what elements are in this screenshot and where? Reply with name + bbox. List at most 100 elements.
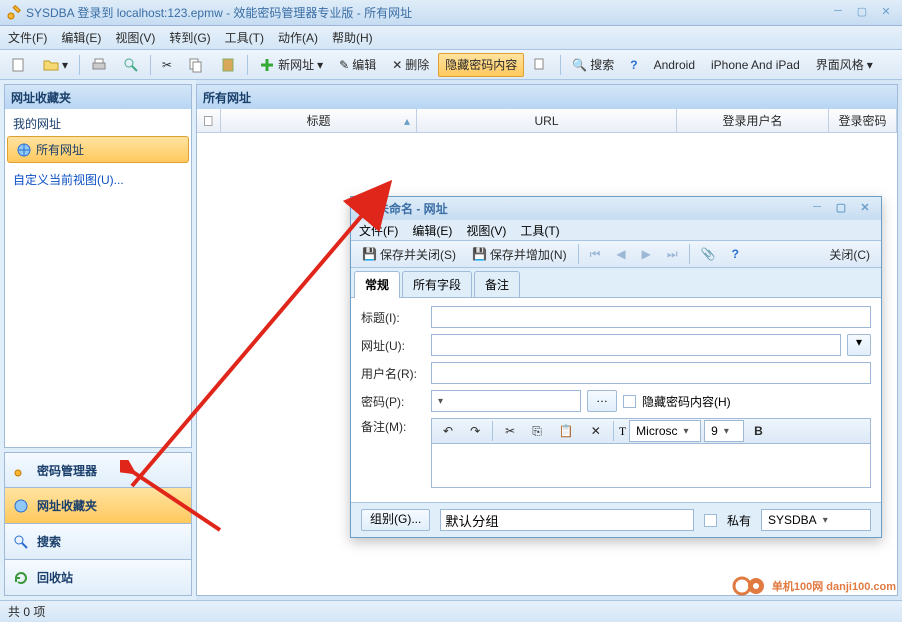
menubar: 文件(F) 编辑(E) 视图(V) 转到(G) 工具(T) 动作(A) 帮助(H… bbox=[0, 26, 902, 50]
rte-bold[interactable]: B bbox=[747, 419, 770, 443]
owner-select[interactable]: SYSDBA bbox=[761, 509, 871, 531]
attach-button[interactable]: 📎 bbox=[694, 242, 723, 266]
tab-memo[interactable]: 备注 bbox=[474, 271, 520, 297]
dlg-menu-view[interactable]: 视图(V) bbox=[466, 222, 506, 239]
rte-size-select[interactable]: 9 bbox=[704, 420, 744, 442]
section-url-favorites[interactable]: 网址收藏夹 bbox=[4, 488, 192, 524]
rte-clear[interactable]: ✕ bbox=[584, 419, 608, 443]
rte-copy[interactable]: ⎘ bbox=[525, 419, 549, 443]
private-checkbox[interactable] bbox=[704, 514, 717, 527]
col-url[interactable]: URL bbox=[417, 109, 677, 132]
dialog-menubar: 文件(F) 编辑(E) 视图(V) 工具(T) bbox=[351, 220, 881, 241]
dlg-menu-tools[interactable]: 工具(T) bbox=[520, 222, 559, 239]
group-input[interactable] bbox=[440, 509, 694, 531]
rte-font-select[interactable]: Microsc bbox=[629, 420, 701, 442]
search-icon bbox=[13, 534, 29, 550]
menu-view[interactable]: 视图(V) bbox=[115, 29, 155, 46]
save-close-button[interactable]: 💾 保存并关闭(S) bbox=[355, 242, 463, 266]
dlg-menu-edit[interactable]: 编辑(E) bbox=[412, 222, 452, 239]
globe-icon bbox=[13, 498, 29, 514]
rte-cut[interactable]: ✂ bbox=[498, 419, 522, 443]
close-button[interactable]: ✕ bbox=[876, 5, 896, 21]
window-title: SYSDBA 登录到 localhost:123.epmw - 效能密码管理器专… bbox=[26, 4, 828, 21]
input-user[interactable] bbox=[431, 362, 871, 384]
label-memo: 备注(M): bbox=[361, 418, 425, 435]
main-title: 所有网址 bbox=[197, 85, 897, 109]
dialog-close[interactable]: ✕ bbox=[855, 201, 875, 217]
hide-pwd-checkbox[interactable] bbox=[623, 395, 636, 408]
menu-goto[interactable]: 转到(G) bbox=[169, 29, 210, 46]
label-url: 网址(U): bbox=[361, 337, 425, 354]
input-password[interactable] bbox=[431, 390, 581, 412]
copy-url-button[interactable] bbox=[526, 53, 556, 77]
delete-button[interactable]: ✕ 删除 bbox=[385, 53, 436, 77]
watermark: 单机100网 danji100.com bbox=[732, 576, 896, 596]
main-toolbar: ▾ ✂ 新网址 ▾ ✎ 编辑 ✕ 删除 隐藏密码内容 🔍 搜索 ? Androi… bbox=[0, 50, 902, 80]
col-icon[interactable] bbox=[197, 109, 221, 132]
url-more-button[interactable]: ▾ bbox=[847, 334, 871, 356]
maximize-button[interactable]: ▢ bbox=[852, 5, 872, 21]
dialog-maximize[interactable]: ▢ bbox=[831, 201, 851, 217]
new-doc-button[interactable] bbox=[4, 53, 34, 77]
rte-body[interactable] bbox=[431, 444, 871, 488]
rte-paste[interactable]: 📋 bbox=[552, 419, 581, 443]
private-label: 私有 bbox=[727, 512, 751, 529]
preview-button[interactable] bbox=[116, 53, 146, 77]
menu-action[interactable]: 动作(A) bbox=[278, 29, 318, 46]
paste-button[interactable] bbox=[213, 53, 243, 77]
custom-view-link[interactable]: 自定义当前视图(U)... bbox=[5, 165, 191, 194]
print-button[interactable] bbox=[84, 53, 114, 77]
col-username[interactable]: 登录用户名 bbox=[677, 109, 829, 132]
dlg-menu-file[interactable]: 文件(F) bbox=[359, 222, 398, 239]
rte-toolbar: ↶ ↷ ✂ ⎘ 📋 ✕ T Microsc 9 B bbox=[431, 418, 871, 444]
col-title[interactable]: 标题▴ bbox=[221, 109, 417, 132]
group-button[interactable]: 组别(G)... bbox=[361, 509, 430, 531]
save-add-button[interactable]: 💾 保存并增加(N) bbox=[465, 242, 574, 266]
ui-style-button[interactable]: 界面风格 ▾ bbox=[809, 53, 880, 77]
prev-button[interactable]: ◀ bbox=[609, 242, 632, 266]
menu-help[interactable]: 帮助(H) bbox=[332, 29, 373, 46]
sidebar: 网址收藏夹 我的网址 所有网址 自定义当前视图(U)... 密码管理器 网址收藏… bbox=[0, 80, 196, 600]
new-url-button[interactable]: 新网址 ▾ bbox=[252, 53, 330, 77]
rte-undo[interactable]: ↶ bbox=[436, 419, 460, 443]
tab-all-fields[interactable]: 所有字段 bbox=[402, 271, 472, 297]
minimize-button[interactable]: ─ bbox=[828, 5, 848, 21]
input-title[interactable] bbox=[431, 306, 871, 328]
key-icon bbox=[6, 5, 22, 21]
copy-button[interactable] bbox=[181, 53, 211, 77]
search-button[interactable]: 🔍 搜索 bbox=[565, 53, 621, 77]
key-icon bbox=[13, 462, 29, 478]
sidebar-all-urls[interactable]: 所有网址 bbox=[7, 136, 189, 163]
col-password[interactable]: 登录密码 bbox=[829, 109, 897, 132]
section-search[interactable]: 搜索 bbox=[4, 524, 192, 560]
section-password-manager[interactable]: 密码管理器 bbox=[4, 452, 192, 488]
iphone-ipad-button[interactable]: iPhone And iPad bbox=[704, 53, 807, 77]
input-url[interactable] bbox=[431, 334, 841, 356]
tab-pane-general: 标题(I): 网址(U):▾ 用户名(R): 密码(P): … 隐藏密码内容(H… bbox=[351, 298, 881, 502]
cut-button[interactable]: ✂ bbox=[155, 53, 179, 77]
dialog-minimize[interactable]: ─ bbox=[807, 201, 827, 217]
hide-password-button[interactable]: 隐藏密码内容 bbox=[438, 53, 524, 77]
android-button[interactable]: Android bbox=[647, 53, 702, 77]
section-recycle-bin[interactable]: 回收站 bbox=[4, 560, 192, 596]
last-button[interactable]: ⏭ bbox=[660, 242, 685, 266]
close-button-tb[interactable]: 关闭(C) bbox=[822, 242, 877, 266]
new-url-dialog: 未命名 - 网址 ─ ▢ ✕ 文件(F) 编辑(E) 视图(V) 工具(T) 💾… bbox=[350, 196, 882, 538]
sidebar-my-urls[interactable]: 我的网址 bbox=[5, 111, 191, 136]
titlebar: SYSDBA 登录到 localhost:123.epmw - 效能密码管理器专… bbox=[0, 0, 902, 26]
dlg-help-button[interactable]: ? bbox=[725, 242, 746, 266]
next-button[interactable]: ▶ bbox=[635, 242, 658, 266]
help-button[interactable]: ? bbox=[623, 53, 644, 77]
menu-edit[interactable]: 编辑(E) bbox=[61, 29, 101, 46]
first-button[interactable]: ⏮ bbox=[583, 242, 608, 266]
menu-file[interactable]: 文件(F) bbox=[8, 29, 47, 46]
open-button[interactable]: ▾ bbox=[36, 53, 75, 77]
menu-tools[interactable]: 工具(T) bbox=[225, 29, 264, 46]
dialog-toolbar: 💾 保存并关闭(S) 💾 保存并增加(N) ⏮ ◀ ▶ ⏭ 📎 ? 关闭(C) bbox=[351, 241, 881, 268]
tab-general[interactable]: 常规 bbox=[354, 271, 400, 298]
dialog-titlebar: 未命名 - 网址 ─ ▢ ✕ bbox=[351, 197, 881, 220]
edit-button[interactable]: ✎ 编辑 bbox=[332, 53, 383, 77]
rte-redo[interactable]: ↷ bbox=[463, 419, 487, 443]
pwd-more-button[interactable]: … bbox=[587, 390, 617, 412]
hide-pwd-label: 隐藏密码内容(H) bbox=[642, 393, 731, 410]
